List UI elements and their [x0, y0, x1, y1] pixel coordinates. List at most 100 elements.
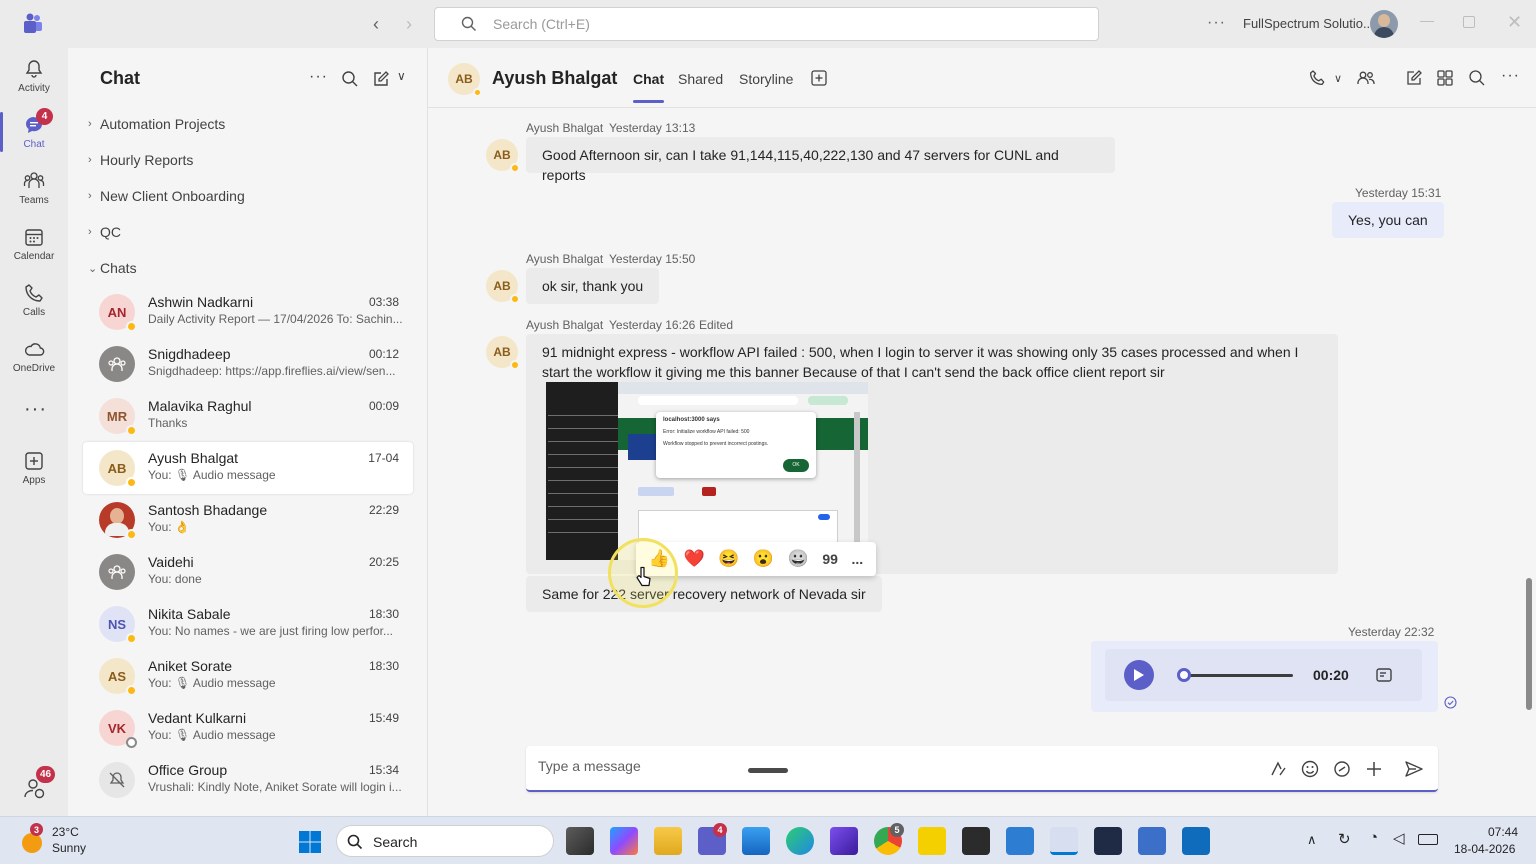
tray-overflow-icon[interactable]: ∧ [1307, 832, 1317, 848]
chat-time: 18:30 [368, 659, 399, 673]
chat-row-aniket-sorate[interactable]: AS Aniket Sorate 18:30 You: 🎙 Audio mess… [83, 650, 413, 702]
volume-icon[interactable]: ◁ [1393, 829, 1405, 847]
terminal-icon[interactable] [962, 827, 990, 855]
outlook-icon[interactable] [1182, 827, 1210, 855]
play-button[interactable] [1124, 660, 1154, 690]
send-icon[interactable] [1404, 759, 1424, 779]
chat-row-ashwin-nadkarni[interactable]: AN Ashwin Nadkarni 03:38 Daily Activity … [83, 286, 413, 338]
rail-calls[interactable]: Calls [0, 272, 68, 328]
maximize-icon[interactable] [1463, 16, 1475, 28]
chat-row-office-group[interactable]: Office Group 15:34 Vrushali: Kindly Note… [83, 754, 413, 806]
file-explorer-icon[interactable] [654, 827, 682, 855]
chat-row-vaidehi[interactable]: Vaidehi 20:25 You: done [83, 546, 413, 598]
more-options-icon[interactable]: ··· [1501, 67, 1520, 85]
active-app-icon[interactable] [1050, 827, 1078, 855]
notepad-icon[interactable] [1006, 827, 1034, 855]
chat-row-santosh-bhadange[interactable]: Santosh Bhadange 22:29 You: 👌 [83, 494, 413, 546]
transcript-icon[interactable] [1375, 666, 1393, 684]
avatar[interactable]: AB [486, 270, 520, 304]
rail-teams[interactable]: Teams [0, 160, 68, 216]
message-bubble[interactable]: Good Afternoon sir, can I take 91,144,11… [526, 137, 1115, 183]
minimize-icon[interactable]: — [1420, 12, 1434, 28]
task-view-icon[interactable] [566, 827, 594, 855]
emoji-icon[interactable] [1300, 759, 1320, 779]
folder-chats[interactable]: ⌄ Chats [88, 260, 137, 276]
chat-row-vedant-kulkarni[interactable]: VK Vedant Kulkarni 15:49 You: 🎙 Audio me… [83, 702, 413, 754]
rail-apps[interactable]: Apps [0, 440, 68, 496]
search-icon[interactable] [1468, 69, 1486, 87]
copilot-icon[interactable] [610, 827, 638, 855]
edge-icon[interactable] [786, 827, 814, 855]
more-apps-icon[interactable]: ··· [24, 398, 47, 421]
folder-qc[interactable]: › QC [88, 224, 121, 240]
call-dropdown-icon[interactable]: ∨ [1334, 72, 1342, 85]
loop-icon[interactable] [1332, 759, 1352, 779]
format-icon[interactable] [1268, 759, 1288, 779]
sync-icon[interactable]: ↻ [1338, 830, 1351, 848]
screenshot-attachment[interactable]: localhost:3000 says Error: Initialize wo… [546, 382, 868, 560]
chat-row-malavika-raghul[interactable]: MR Malavika Raghul 00:09 Thanks [83, 390, 413, 442]
forward-arrow-icon[interactable]: › [406, 14, 412, 35]
remote-desktop-icon[interactable] [1138, 827, 1166, 855]
message-input[interactable] [538, 758, 1138, 774]
folder-hourly-reports[interactable]: › Hourly Reports [88, 152, 193, 168]
new-chat-icon[interactable] [372, 70, 390, 88]
laugh-reaction-icon[interactable]: 😆 [718, 549, 739, 569]
chat-row-nikita-sabale[interactable]: NS Nikita Sabale 18:30 You: No names - w… [83, 598, 413, 650]
rail-chat[interactable]: Chat 4 [0, 104, 68, 160]
pane-more-icon[interactable]: ··· [309, 68, 328, 86]
clock-date[interactable]: 18-04-2026 [1454, 842, 1515, 856]
search-input[interactable]: Search (Ctrl+E) [434, 7, 1099, 41]
folder-automation-projects[interactable]: › Automation Projects [88, 116, 225, 132]
audio-progress-thumb[interactable] [1177, 668, 1191, 682]
back-arrow-icon[interactable]: ‹ [373, 14, 379, 35]
folder-new-client-onboarding[interactable]: › New Client Onboarding [88, 188, 245, 204]
tab-chat[interactable]: Chat [633, 71, 665, 103]
copilot-apps-icon[interactable] [1436, 69, 1454, 87]
profile-avatar[interactable] [1370, 10, 1398, 38]
people-icon[interactable] [1357, 69, 1375, 87]
battery-icon[interactable] [1418, 834, 1438, 845]
teams-logo-icon[interactable] [22, 13, 44, 35]
add-reaction-icon[interactable]: 😀 [788, 549, 809, 569]
chat-scrollbar[interactable] [1526, 578, 1532, 710]
close-icon[interactable]: ✕ [1507, 12, 1522, 33]
call-icon[interactable] [1308, 69, 1326, 87]
avatar[interactable]: AB [486, 139, 520, 173]
message-bubble[interactable]: ok sir, thank you [526, 268, 660, 304]
rail-activity[interactable]: Activity [0, 48, 68, 104]
taskbar-search[interactable]: Search [336, 825, 554, 857]
edit-icon[interactable] [1405, 69, 1423, 87]
rail-onedrive[interactable]: OneDrive [0, 328, 68, 384]
audio-progress-track[interactable] [1185, 674, 1293, 677]
tab-storyline[interactable]: Storyline [739, 71, 793, 87]
weather-widget[interactable]: 3 23°C Sunny [18, 823, 108, 859]
add-tab-icon[interactable] [810, 69, 828, 87]
chat-row-ayush-bhalgat[interactable]: AB Ayush Bhalgat 17-04 You: 🎙 Audio mess… [83, 442, 413, 494]
surprised-reaction-icon[interactable]: 😮 [753, 549, 774, 569]
clock-time[interactable]: 07:44 [1488, 825, 1518, 839]
add-icon[interactable] [1364, 759, 1384, 779]
wifi-icon[interactable]: ◔ [1369, 829, 1378, 846]
help-button[interactable]: 46 [22, 766, 56, 800]
avatar[interactable]: AB [448, 63, 482, 97]
chat-row-snigdhadeep[interactable]: Snigdhadeep 00:12 Snigdhadeep: https://a… [83, 338, 413, 390]
my-message-bubble[interactable]: Yes, you can [1332, 202, 1444, 238]
more-actions-icon[interactable]: ... [851, 551, 863, 567]
app-icon[interactable] [1094, 827, 1122, 855]
heart-reaction-icon[interactable]: ❤️ [683, 549, 704, 569]
app-icon[interactable] [830, 827, 858, 855]
sticky-notes-icon[interactable] [918, 827, 946, 855]
quote-icon[interactable]: 99 [822, 551, 838, 567]
avatar[interactable]: AB [486, 336, 520, 370]
tab-shared[interactable]: Shared [678, 71, 723, 87]
chevron-down-icon[interactable]: ∨ [397, 69, 406, 83]
store-icon[interactable] [742, 827, 770, 855]
chat-partner-name[interactable]: Ayush Bhalgat [492, 68, 617, 89]
rail-calendar[interactable]: Calendar [0, 216, 68, 272]
org-name[interactable]: FullSpectrum Solutio... [1243, 16, 1374, 31]
message-bubble[interactable]: Same for 222 server recovery network of … [526, 576, 882, 612]
more-options-icon[interactable]: ··· [1207, 14, 1226, 32]
windows-start-icon[interactable] [298, 830, 322, 854]
search-icon[interactable] [341, 70, 359, 88]
